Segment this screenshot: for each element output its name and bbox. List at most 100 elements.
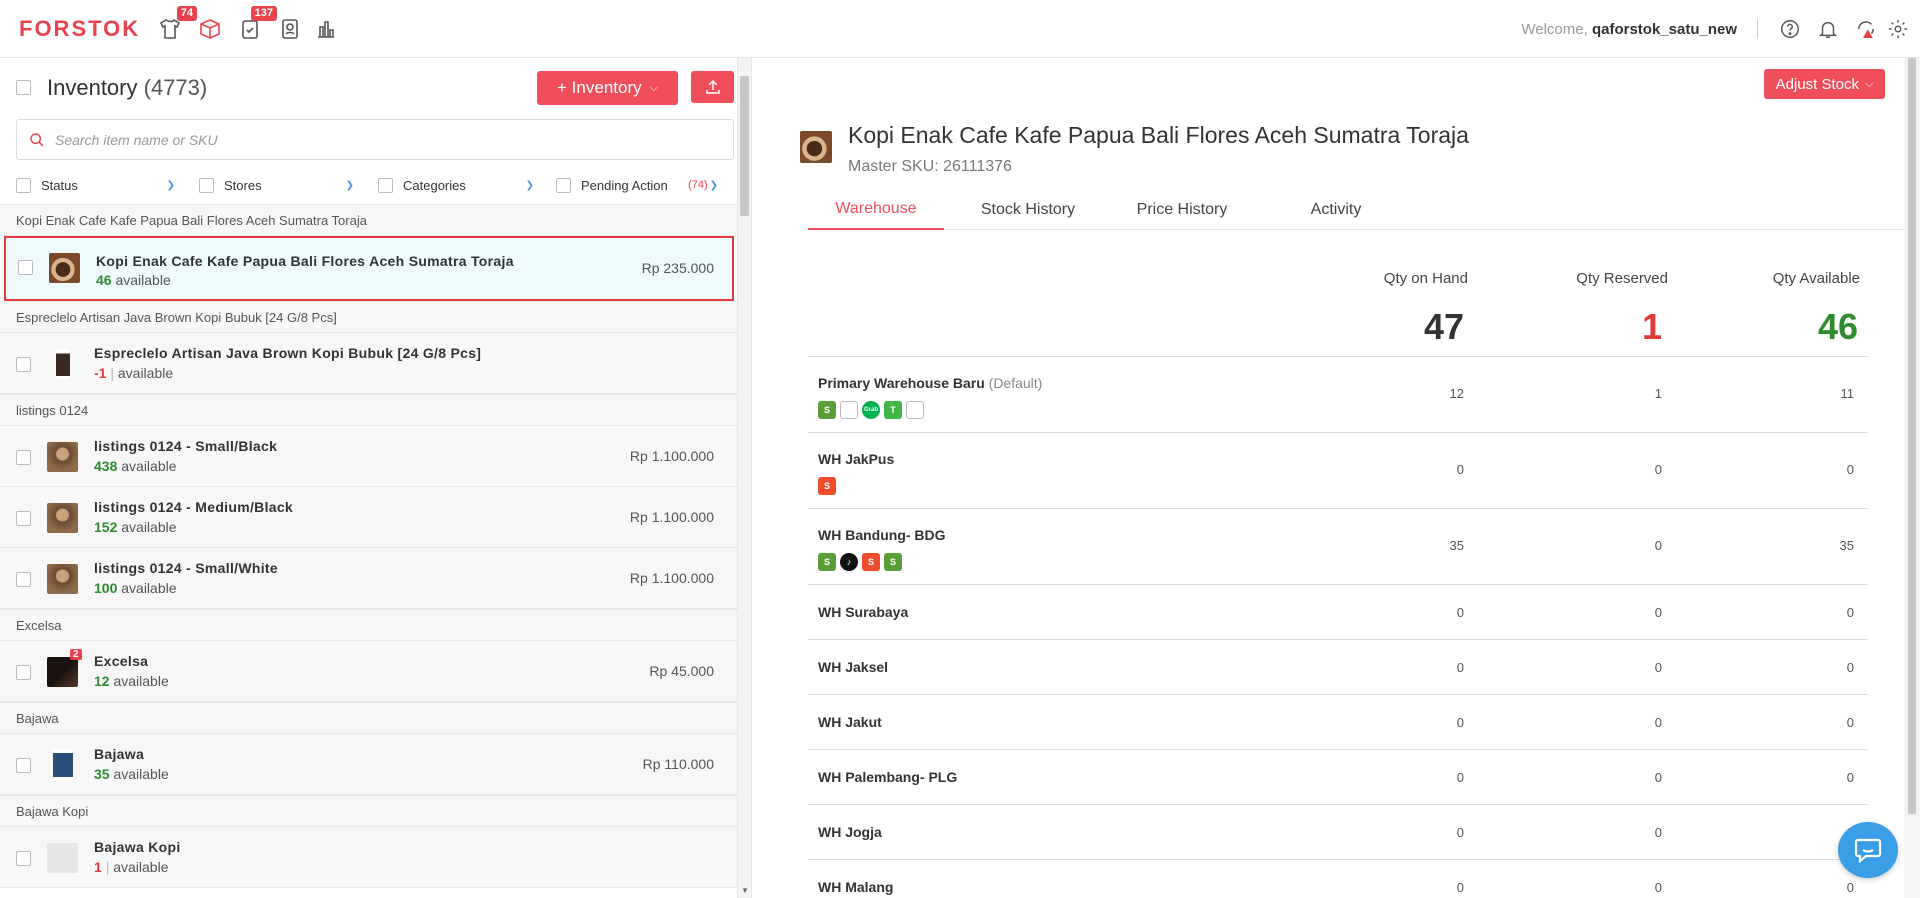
adjust-stock-button[interactable]: Adjust Stock ⌵ [1764,69,1885,99]
inventory-box-nav-icon[interactable] [197,16,223,42]
warehouse-name: WH Palembang- PLG [818,769,958,785]
orders-badge: 137 [250,5,277,21]
item-checkbox[interactable] [16,357,31,372]
product-thumbnail [47,442,78,472]
warehouse-row[interactable]: WH Jakut 0 0 0 [808,695,1868,750]
sync-alert-icon[interactable] [1854,17,1878,41]
warehouse-name: WH Jakut [818,714,882,730]
warehouse-row[interactable]: WH Malang 0 0 0 [808,860,1868,898]
upload-button[interactable] [691,71,734,103]
item-detail-panel: Adjust Stock ⌵ Kopi Enak Cafe Kafe Papua… [768,58,1906,898]
contacts-nav-icon[interactable] [277,16,303,42]
warehouse-on-hand: 0 [1456,880,1464,895]
filter-bar: Status ❯ Stores ❯ Categories ❯ Pending A… [0,170,738,200]
add-inventory-button[interactable]: + Inventory ⌵ [537,71,678,105]
pending-action-filter[interactable]: Pending Action (74) ❯ [546,170,736,200]
products-nav-icon[interactable]: 74 [157,5,197,42]
scrollbar-thumb[interactable] [1908,58,1916,814]
inventory-item[interactable]: Bajawa Kopi 1 | available [0,827,738,888]
pending-action-label: Pending Action [581,177,668,193]
shopee-icon: S [862,553,880,571]
tab-activity[interactable]: Activity [1268,190,1404,230]
product-title: Kopi Enak Cafe Kafe Papua Bali Flores Ac… [848,122,1469,148]
top-navbar: FORSTOK 74 137 Welcome, qaforstok_satu_n… [0,0,1920,58]
warehouse-row[interactable]: WH Surabaya 0 0 0 [808,585,1868,640]
item-qty: 100 [94,580,118,596]
warehouse-on-hand: 0 [1456,715,1464,730]
tab-stock-history[interactable]: Stock History [960,190,1096,230]
inventory-item[interactable]: Espreclelo Artisan Java Brown Kopi Bubuk… [0,333,738,394]
item-checkbox[interactable] [16,572,31,587]
warehouse-row[interactable]: WH Jogja 0 0 0 [808,805,1868,860]
product-thumbnail [53,750,73,780]
add-inventory-label: + Inventory [557,78,642,97]
warehouse-available: 0 [1846,605,1854,620]
available-label: available [117,365,174,381]
item-availability: 438 available [94,458,177,474]
warehouse-row[interactable]: WH Bandung- BDG S ♪ S S 35 0 35 [808,509,1868,585]
item-checkbox[interactable] [16,758,31,773]
item-checkbox[interactable] [16,851,31,866]
product-thumbnail [49,253,80,283]
settings-gear-icon[interactable] [1886,17,1910,41]
inventory-item-selected[interactable]: Kopi Enak Cafe Kafe Papua Bali Flores Ac… [4,236,734,301]
variant-count-badge: 2 [70,649,82,660]
inventory-item[interactable]: 2 Excelsa 12 available Rp 45.000 [0,641,738,702]
scrollbar-thumb[interactable] [740,76,749,216]
item-price: Rp 235.000 [641,260,714,276]
product-thumbnail-placeholder [47,843,78,873]
item-qty: 438 [94,458,118,474]
detail-scrollbar[interactable] [1904,58,1920,898]
categories-filter[interactable]: Categories ❯ [366,170,546,200]
item-qty: -1 [94,365,107,381]
inventory-item[interactable]: Bajawa 35 available Rp 110.000 [0,734,738,795]
pending-action-count: (74) [688,179,708,191]
orders-nav-icon[interactable]: 137 [237,5,277,42]
help-icon[interactable] [1778,17,1802,41]
notification-bell-icon[interactable] [1816,17,1840,41]
item-availability: 1 | available [94,859,169,875]
scroll-down-arrow-icon[interactable]: ▼ [741,886,749,895]
list-scrollbar[interactable]: ▼ [737,58,751,898]
status-filter[interactable]: Status ❯ [0,170,187,200]
reports-chart-nav-icon[interactable] [313,16,339,42]
item-availability: -1 | available [94,365,174,381]
item-price: Rp 1.100.000 [629,570,714,586]
warehouse-table: Primary Warehouse Baru (Default) S Grab … [808,356,1868,898]
warehouse-available: 0 [1846,770,1854,785]
broken-image-icon [840,401,858,419]
item-checkbox[interactable] [18,260,33,275]
forstok-logo[interactable]: FORSTOK [19,16,149,42]
inventory-header: Inventory (4773) + Inventory ⌵ [0,58,738,116]
stock-summary: Qty on Hand Qty Reserved Qty Available 4… [808,258,1868,358]
stores-filter-checkbox[interactable] [199,177,214,193]
item-availability: 100 available [94,580,177,596]
item-checkbox[interactable] [16,665,31,680]
categories-filter-checkbox[interactable] [378,177,393,193]
warehouse-row[interactable]: WH Jaksel 0 0 0 [808,640,1868,695]
item-name: listings 0124 - Medium/Black [94,499,294,515]
stores-filter[interactable]: Stores ❯ [187,170,366,200]
inventory-item[interactable]: listings 0124 - Small/White 100 availabl… [0,548,738,609]
select-all-checkbox[interactable] [16,80,31,95]
total-on-hand: 47 [1423,306,1464,347]
live-chat-button[interactable] [1838,822,1898,878]
item-checkbox[interactable] [16,511,31,526]
channel-icons: S ♪ S S [818,553,906,571]
tab-warehouse[interactable]: Warehouse [808,190,944,230]
warehouse-reserved: 1 [1654,386,1662,401]
inventory-item[interactable]: listings 0124 - Medium/Black 152 availab… [0,487,738,548]
inventory-item[interactable]: listings 0124 - Small/Black 438 availabl… [0,426,738,487]
chat-bubble-icon [1854,838,1882,863]
warehouse-row[interactable]: WH JakPus S 0 0 0 [808,433,1868,509]
search-input[interactable]: Search item name or SKU [16,119,734,160]
warehouse-row[interactable]: WH Palembang- PLG 0 0 0 [808,750,1868,805]
status-filter-checkbox[interactable] [16,177,31,193]
total-available: 46 [1817,306,1858,347]
warehouse-row[interactable]: Primary Warehouse Baru (Default) S Grab … [808,357,1868,433]
item-checkbox[interactable] [16,450,31,465]
search-icon [30,132,44,147]
pending-action-checkbox[interactable] [556,177,571,193]
tab-price-history[interactable]: Price History [1114,190,1250,230]
item-price: Rp 1.100.000 [629,509,714,525]
